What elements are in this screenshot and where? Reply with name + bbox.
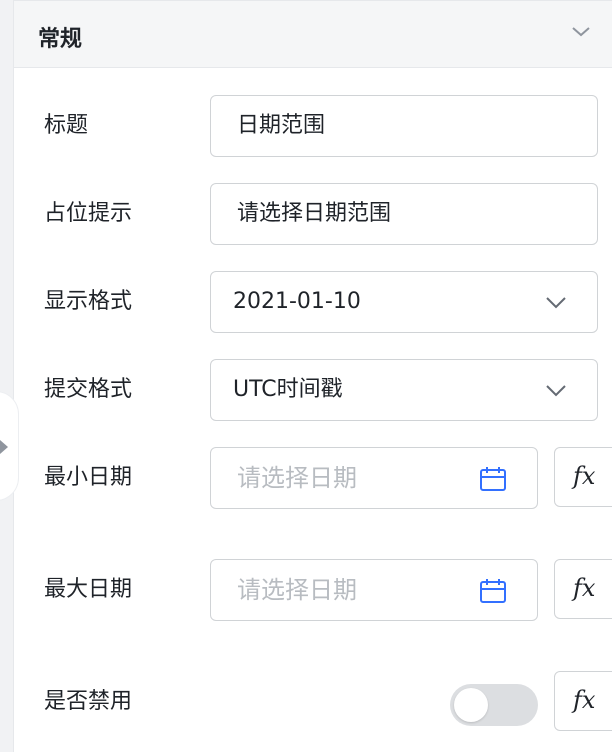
min-date-label: 最小日期 <box>44 465 133 490</box>
calendar-icon[interactable] <box>479 578 507 604</box>
max-date-picker[interactable]: 请选择日期 <box>210 559 538 621</box>
display-format-value: 2021-01-10 <box>233 289 361 314</box>
panel-divider <box>13 0 14 752</box>
submit-format-label: 提交格式 <box>44 377 133 402</box>
fx-label: fx <box>573 686 596 714</box>
title-label: 标题 <box>44 113 89 138</box>
disabled-label: 是否禁用 <box>44 689 133 714</box>
disabled-toggle[interactable] <box>450 684 538 726</box>
toggle-knob <box>454 688 488 722</box>
submit-format-select[interactable]: UTC时间戳 <box>210 359 598 421</box>
collapse-arrow-icon[interactable] <box>0 440 8 454</box>
submit-format-value: UTC时间戳 <box>233 377 343 402</box>
display-format-select[interactable]: 2021-01-10 <box>210 271 598 333</box>
section-title: 常规 <box>38 27 83 52</box>
display-format-label: 显示格式 <box>44 289 133 314</box>
chevron-down-icon <box>546 385 566 397</box>
chevron-up-icon[interactable] <box>572 25 590 37</box>
max-date-label: 最大日期 <box>44 577 133 602</box>
left-panel-strip <box>0 0 13 752</box>
title-input-value: 日期范围 <box>237 113 326 138</box>
calendar-icon[interactable] <box>479 466 507 492</box>
section-header-general[interactable]: 常规 <box>14 0 612 68</box>
max-date-placeholder: 请选择日期 <box>237 576 357 604</box>
max-date-fx-button[interactable]: fx <box>554 559 612 619</box>
placeholder-input[interactable]: 请选择日期范围 <box>210 183 598 245</box>
disabled-fx-button[interactable]: fx <box>554 671 612 731</box>
min-date-placeholder: 请选择日期 <box>237 464 357 492</box>
fx-label: fx <box>573 462 596 490</box>
chevron-down-icon <box>546 297 566 309</box>
placeholder-input-value: 请选择日期范围 <box>237 201 392 226</box>
min-date-picker[interactable]: 请选择日期 <box>210 447 538 509</box>
title-input[interactable]: 日期范围 <box>210 95 598 157</box>
min-date-fx-button[interactable]: fx <box>554 447 612 507</box>
fx-label: fx <box>573 574 596 602</box>
placeholder-label: 占位提示 <box>44 201 133 226</box>
